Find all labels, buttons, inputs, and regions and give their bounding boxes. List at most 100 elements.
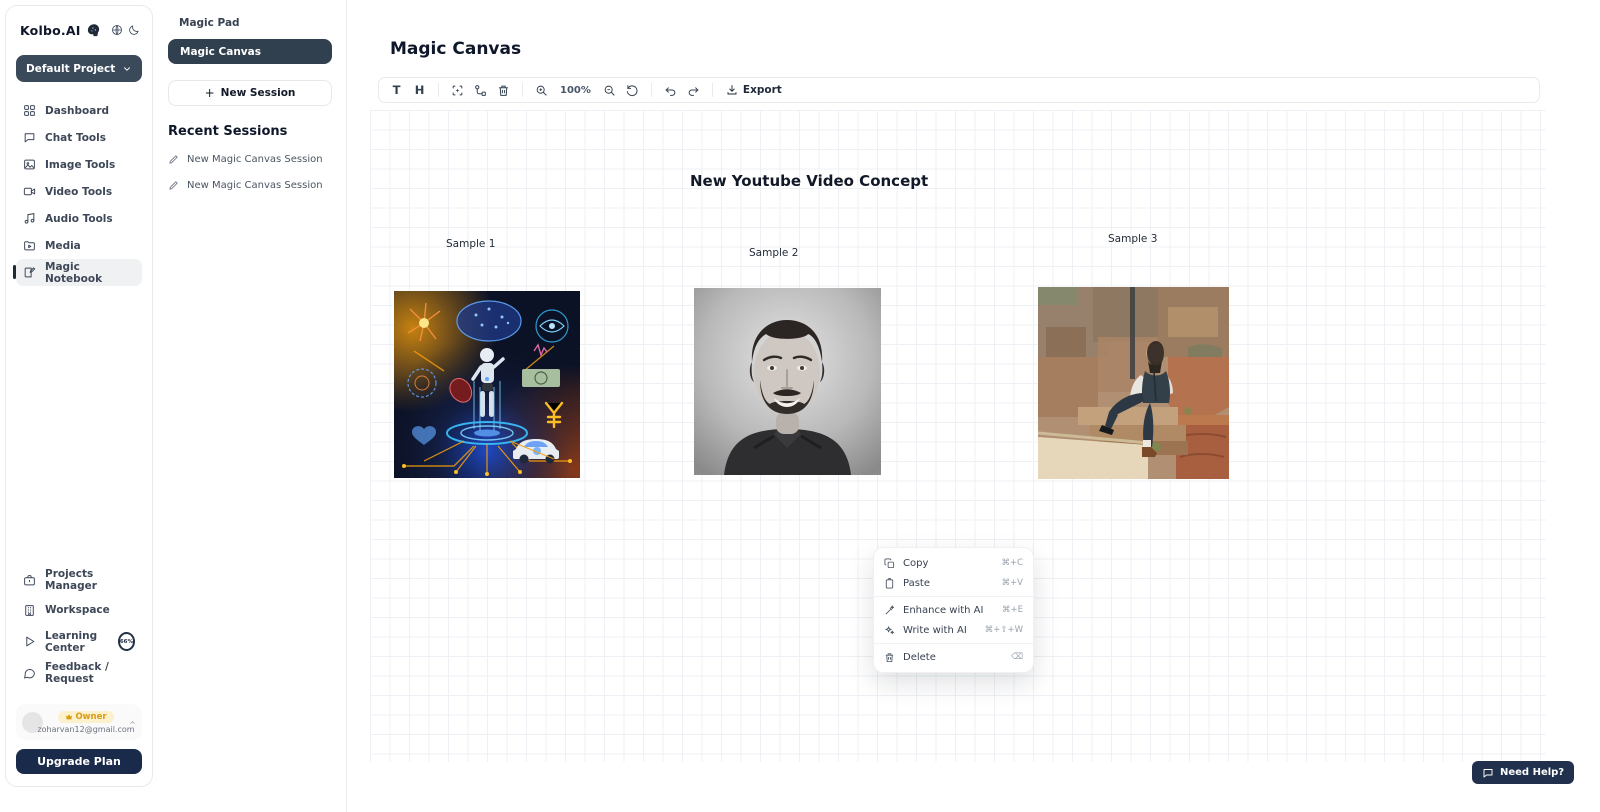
sidebar-item-video-tools[interactable]: Video Tools bbox=[16, 178, 142, 205]
sidebar-item-learning-center[interactable]: Learning Center 66% bbox=[16, 625, 142, 658]
page-title: Magic Canvas bbox=[390, 39, 521, 59]
video-camera-icon bbox=[23, 185, 36, 198]
sample-3-label[interactable]: Sample 3 bbox=[1108, 233, 1157, 245]
sidebar-item-magic-notebook[interactable]: Magic Notebook bbox=[16, 259, 142, 286]
sidebar-item-label: Learning Center bbox=[45, 630, 106, 654]
session-item-label: New Magic Canvas Session bbox=[187, 154, 323, 165]
toolbar-divider bbox=[522, 83, 523, 97]
context-menu-item-delete[interactable]: Delete ⌫ bbox=[874, 647, 1033, 667]
rotate-ccw-icon bbox=[626, 84, 639, 97]
context-menu-label: Delete bbox=[903, 652, 936, 663]
sidebar-footer-nav: Projects Manager Workspace Learning Cent… bbox=[16, 565, 142, 688]
magic-canvas-grid[interactable]: New Youtube Video Concept Sample 1 Sampl… bbox=[370, 110, 1546, 762]
briefcase-icon bbox=[23, 574, 36, 587]
redo-button[interactable] bbox=[682, 80, 705, 100]
sample-image-3[interactable] bbox=[1038, 287, 1229, 479]
trash-icon bbox=[884, 652, 895, 663]
context-menu-shortcut: ⌘+⇧+W bbox=[985, 625, 1023, 635]
panel-item-magic-pad[interactable]: Magic Pad bbox=[168, 17, 332, 29]
brain-head-icon bbox=[86, 23, 101, 38]
sessions-panel: Magic Pad Magic Canvas + New Session Rec… bbox=[154, 0, 347, 812]
text-tool-button[interactable]: T bbox=[385, 80, 408, 100]
help-chat-icon bbox=[1482, 767, 1494, 779]
sample-2-label[interactable]: Sample 2 bbox=[749, 247, 798, 259]
zoom-out-icon bbox=[603, 84, 616, 97]
context-menu-label: Paste bbox=[903, 578, 930, 589]
canvas-toolbar: T H 100% Export bbox=[378, 77, 1540, 103]
language-globe-icon[interactable] bbox=[111, 22, 123, 38]
session-item-label: New Magic Canvas Session bbox=[187, 180, 323, 191]
brand-logo: Kolbo.AI bbox=[20, 23, 81, 38]
context-menu-shortcut: ⌘+E bbox=[1002, 605, 1023, 615]
heading-tool-button[interactable]: H bbox=[408, 80, 431, 100]
new-session-label: New Session bbox=[221, 87, 296, 99]
sidebar-nav: Dashboard Chat Tools Image Tools Video T… bbox=[16, 97, 142, 286]
context-menu-shortcut: ⌘+V bbox=[1002, 578, 1023, 588]
panel-item-magic-canvas[interactable]: Magic Canvas bbox=[168, 39, 332, 64]
context-menu-item-enhance-with-ai[interactable]: Enhance with AI ⌘+E bbox=[874, 600, 1033, 620]
text-tool-glyph: T bbox=[393, 83, 401, 97]
session-item[interactable]: New Magic Canvas Session bbox=[168, 180, 332, 191]
sidebar-item-label: Audio Tools bbox=[45, 213, 113, 225]
sidebar-item-label: Magic Notebook bbox=[45, 261, 135, 285]
dashboard-grid-icon bbox=[23, 104, 36, 117]
delete-tool-button[interactable] bbox=[492, 80, 515, 100]
zoom-level: 100% bbox=[560, 85, 591, 96]
redo-icon bbox=[687, 84, 700, 97]
sidebar-item-label: Workspace bbox=[45, 604, 110, 616]
building-icon bbox=[23, 604, 36, 617]
undo-button[interactable] bbox=[659, 80, 682, 100]
sidebar-item-projects-manager[interactable]: Projects Manager bbox=[16, 565, 142, 595]
sample-1-label[interactable]: Sample 1 bbox=[446, 238, 495, 250]
context-menu-shortcut: ⌘+C bbox=[1001, 558, 1023, 568]
context-menu-label: Write with AI bbox=[903, 625, 967, 636]
sidebar-item-dashboard[interactable]: Dashboard bbox=[16, 97, 142, 124]
sidebar-item-label: Media bbox=[45, 240, 81, 252]
user-account-chip[interactable]: Owner zoharvan12@gmail.com bbox=[16, 704, 142, 740]
role-badge-label: Owner bbox=[75, 712, 106, 722]
sidebar-item-chat-tools[interactable]: Chat Tools bbox=[16, 124, 142, 151]
canvas-heading[interactable]: New Youtube Video Concept bbox=[690, 172, 928, 190]
sample-image-1[interactable] bbox=[394, 291, 580, 478]
plus-icon: + bbox=[205, 86, 215, 100]
user-email: zoharvan12@gmail.com bbox=[37, 725, 134, 734]
upgrade-plan-button[interactable]: Upgrade Plan bbox=[16, 749, 142, 774]
export-label: Export bbox=[743, 84, 782, 96]
project-selector[interactable]: Default Project bbox=[16, 55, 142, 82]
context-menu-item-copy[interactable]: Copy ⌘+C bbox=[874, 553, 1033, 573]
brand-row: Kolbo.AI bbox=[16, 22, 142, 38]
pencil-icon bbox=[168, 154, 179, 165]
sidebar: Kolbo.AI Default Project Dashboard bbox=[5, 5, 153, 787]
toolbar-divider bbox=[438, 83, 439, 97]
sidebar-item-media[interactable]: Media bbox=[16, 232, 142, 259]
sidebar-item-label: Projects Manager bbox=[45, 568, 135, 592]
workflow-button[interactable] bbox=[469, 80, 492, 100]
export-button[interactable]: Export bbox=[720, 80, 788, 100]
zoom-out-button[interactable] bbox=[598, 80, 621, 100]
toolbar-divider bbox=[651, 83, 652, 97]
new-session-button[interactable]: + New Session bbox=[168, 80, 332, 106]
sidebar-item-workspace[interactable]: Workspace bbox=[16, 595, 142, 625]
trash-icon bbox=[497, 84, 510, 97]
image-icon bbox=[23, 158, 36, 171]
sidebar-item-label: Chat Tools bbox=[45, 132, 106, 144]
copy-icon bbox=[884, 558, 895, 569]
zoom-in-button[interactable] bbox=[530, 80, 553, 100]
sidebar-item-audio-tools[interactable]: Audio Tools bbox=[16, 205, 142, 232]
context-menu-divider bbox=[874, 643, 1033, 644]
context-menu-item-paste[interactable]: Paste ⌘+V bbox=[874, 573, 1033, 593]
sample-image-2[interactable] bbox=[694, 288, 881, 475]
need-help-button[interactable]: Need Help? bbox=[1472, 761, 1574, 784]
context-menu-label: Copy bbox=[903, 558, 928, 569]
session-item[interactable]: New Magic Canvas Session bbox=[168, 154, 332, 165]
zoom-in-icon bbox=[535, 84, 548, 97]
magic-wand-icon bbox=[884, 605, 895, 616]
ai-select-button[interactable] bbox=[446, 80, 469, 100]
dark-mode-moon-icon[interactable] bbox=[128, 22, 140, 38]
sidebar-item-feedback-request[interactable]: Feedback / Request bbox=[16, 658, 142, 688]
context-menu-shortcut: ⌫ bbox=[1011, 652, 1023, 662]
sidebar-item-label: Feedback / Request bbox=[45, 661, 135, 685]
reset-view-button[interactable] bbox=[621, 80, 644, 100]
sidebar-item-image-tools[interactable]: Image Tools bbox=[16, 151, 142, 178]
context-menu-item-write-with-ai[interactable]: Write with AI ⌘+⇧+W bbox=[874, 620, 1033, 640]
